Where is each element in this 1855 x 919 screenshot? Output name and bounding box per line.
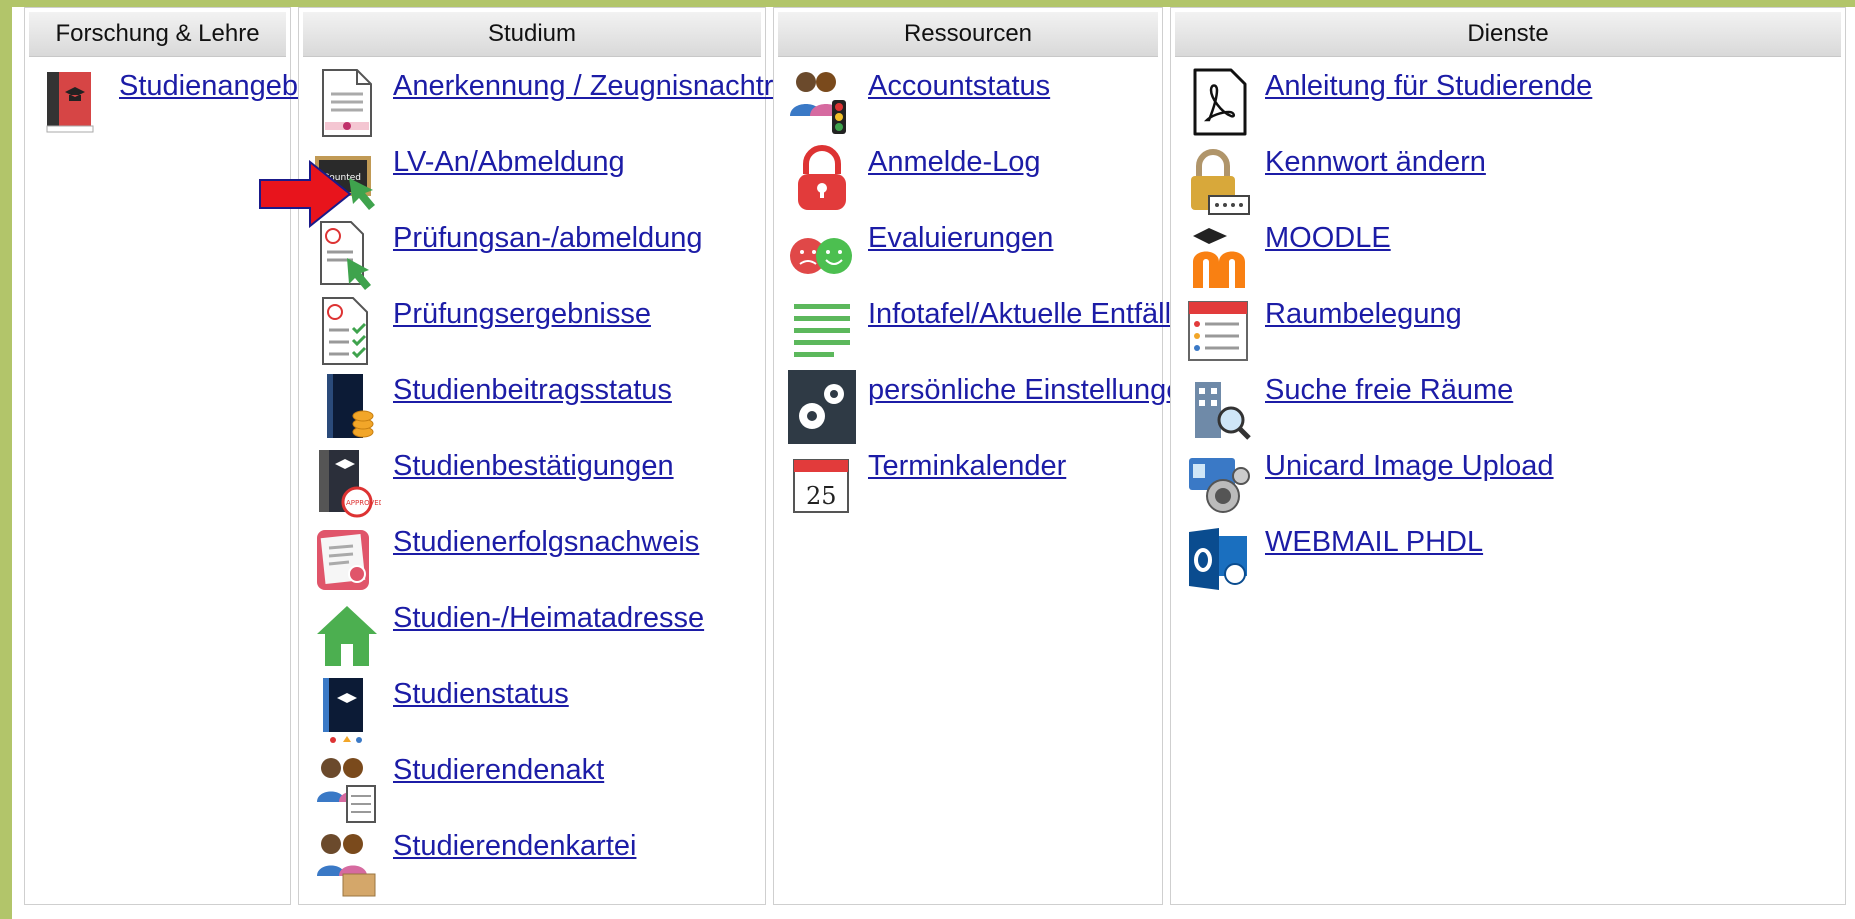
menu-item[interactable]: Raumbelegung [1185, 294, 1839, 368]
menu-link[interactable]: Anleitung für Studierende [1265, 70, 1592, 103]
svg-text:25: 25 [806, 482, 837, 510]
menu-item[interactable]: APPROVED Studienbestätigungen [313, 446, 759, 520]
menu-item[interactable]: Studierendenakt [313, 750, 759, 824]
menu-item[interactable]: Prüfungsergebnisse [313, 294, 759, 368]
exam-document-cursor-icon[interactable] [313, 218, 381, 292]
menu-link[interactable]: Anmelde-Log [868, 146, 1041, 179]
book-approved-stamp-icon[interactable]: APPROVED [313, 446, 381, 520]
students-cardbox-icon[interactable] [313, 826, 381, 900]
menu-item[interactable]: 25 Terminkalender [788, 446, 1156, 520]
menu-link[interactable]: WEBMAIL PHDL [1265, 526, 1483, 559]
column-header: Dienste [1175, 12, 1841, 57]
column-header: Studium [303, 12, 761, 57]
students-file-icon[interactable] [313, 750, 381, 824]
room-schedule-icon[interactable] [1185, 294, 1253, 368]
menu-item[interactable]: Studien-/Heimatadresse [313, 598, 759, 672]
menu-item[interactable]: WEBMAIL PHDL [1185, 522, 1839, 596]
menu-item[interactable]: Studierendenkartei [313, 826, 759, 900]
green-house-icon[interactable] [313, 598, 381, 672]
menu-link[interactable]: Studienangebot [119, 70, 322, 103]
certificate-seal-icon[interactable] [313, 522, 381, 596]
menu-item[interactable]: Suche freie Räume [1185, 370, 1839, 444]
menu-link[interactable]: Studienbestätigungen [393, 450, 674, 483]
menu-link[interactable]: Raumbelegung [1265, 298, 1462, 331]
info-board-lines-icon[interactable] [788, 294, 856, 368]
menu-link[interactable]: Suche freie Räume [1265, 374, 1513, 407]
menu-link[interactable]: Unicard Image Upload [1265, 450, 1554, 483]
calendar-icon[interactable]: 25 [788, 446, 856, 520]
menu-link[interactable]: Evaluierungen [868, 222, 1053, 255]
menu-item[interactable]: Infotafel/Aktuelle Entfälle [788, 294, 1187, 368]
menu-link[interactable]: Infotafel/Aktuelle Entfälle [868, 298, 1187, 331]
menu-item[interactable]: Studienstatus [313, 674, 759, 748]
menu-item[interactable]: Unicard Image Upload [1185, 446, 1839, 520]
menu-link[interactable]: LV-An/Abmeldung [393, 146, 625, 179]
pdf-document-icon[interactable] [1185, 66, 1253, 140]
menu-item[interactable]: persönliche Einstellungen [788, 370, 1199, 444]
column-forschung-lehre: Forschung & Lehre Studienangebot [24, 7, 322, 905]
menu-item[interactable]: Counted LV-An/Abmeldung [313, 142, 759, 216]
column-header: Forschung & Lehre [29, 12, 286, 57]
menu-link[interactable]: Studierendenakt [393, 754, 604, 787]
menu-link[interactable]: Accountstatus [868, 70, 1050, 103]
id-card-camera-icon[interactable] [1185, 446, 1253, 520]
building-search-icon[interactable] [1185, 370, 1253, 444]
svg-text:APPROVED: APPROVED [346, 499, 381, 507]
menu-link[interactable]: Studierendenkartei [393, 830, 636, 863]
column-dienste: Dienste Anleitung für Studierende Kennwort… [1170, 7, 1846, 905]
column-studium: Studium Anerkennung / Zeugnisnachtrag Coun… [298, 7, 806, 905]
certificate-document-icon[interactable] [313, 66, 381, 140]
menu-item[interactable]: Anmelde-Log [788, 142, 1156, 216]
menu-item[interactable]: Accountstatus [788, 66, 1156, 140]
users-traffic-light-icon[interactable] [788, 66, 856, 140]
red-book-icon[interactable] [39, 66, 107, 140]
padlock-password-icon[interactable] [1185, 142, 1253, 216]
outlook-mail-icon[interactable] [1185, 522, 1253, 596]
menu-item[interactable]: Anleitung für Studierende [1185, 66, 1839, 140]
menu-link[interactable]: Terminkalender [868, 450, 1066, 483]
red-arrow-icon [259, 160, 352, 228]
column-header: Ressourcen [778, 12, 1158, 57]
menu-link[interactable]: Anerkennung / Zeugnisnachtrag [393, 70, 806, 103]
menu-link[interactable]: Prüfungsan-/abmeldung [393, 222, 703, 255]
menu-link[interactable]: Prüfungsergebnisse [393, 298, 651, 331]
study-status-book-icon[interactable] [313, 674, 381, 748]
menu-item[interactable]: Kennwort ändern [1185, 142, 1839, 216]
menu-link[interactable]: Studienstatus [393, 678, 569, 711]
menu-link[interactable]: MOODLE [1265, 222, 1391, 255]
menu-link[interactable]: Studienerfolgsnachweis [393, 526, 699, 559]
exam-results-icon[interactable] [313, 294, 381, 368]
menu-link[interactable]: persönliche Einstellungen [868, 374, 1199, 407]
menu-item[interactable]: Studienerfolgsnachweis [313, 522, 759, 596]
menu-item[interactable]: MOODLE [1185, 218, 1839, 292]
menu-item[interactable]: Evaluierungen [788, 218, 1156, 292]
menu-link[interactable]: Studienbeitragsstatus [393, 374, 672, 407]
menu-link[interactable]: Studien-/Heimatadresse [393, 602, 704, 635]
menu-link[interactable]: Kennwort ändern [1265, 146, 1486, 179]
column-ressourcen: Ressourcen Accountstatus Anmelde-Log Evalui… [773, 7, 1199, 905]
moodle-logo-icon[interactable] [1185, 218, 1253, 292]
menu-item[interactable]: Prüfungsan-/abmeldung [313, 218, 759, 292]
smiley-faces-icon[interactable] [788, 218, 856, 292]
book-coins-icon[interactable] [313, 370, 381, 444]
gears-icon[interactable] [788, 370, 856, 444]
menu-item[interactable]: Anerkennung / Zeugnisnachtrag [313, 66, 806, 140]
menu-item[interactable]: Studienangebot [39, 66, 322, 140]
red-padlock-icon[interactable] [788, 142, 856, 216]
menu-item[interactable]: Studienbeitragsstatus [313, 370, 759, 444]
